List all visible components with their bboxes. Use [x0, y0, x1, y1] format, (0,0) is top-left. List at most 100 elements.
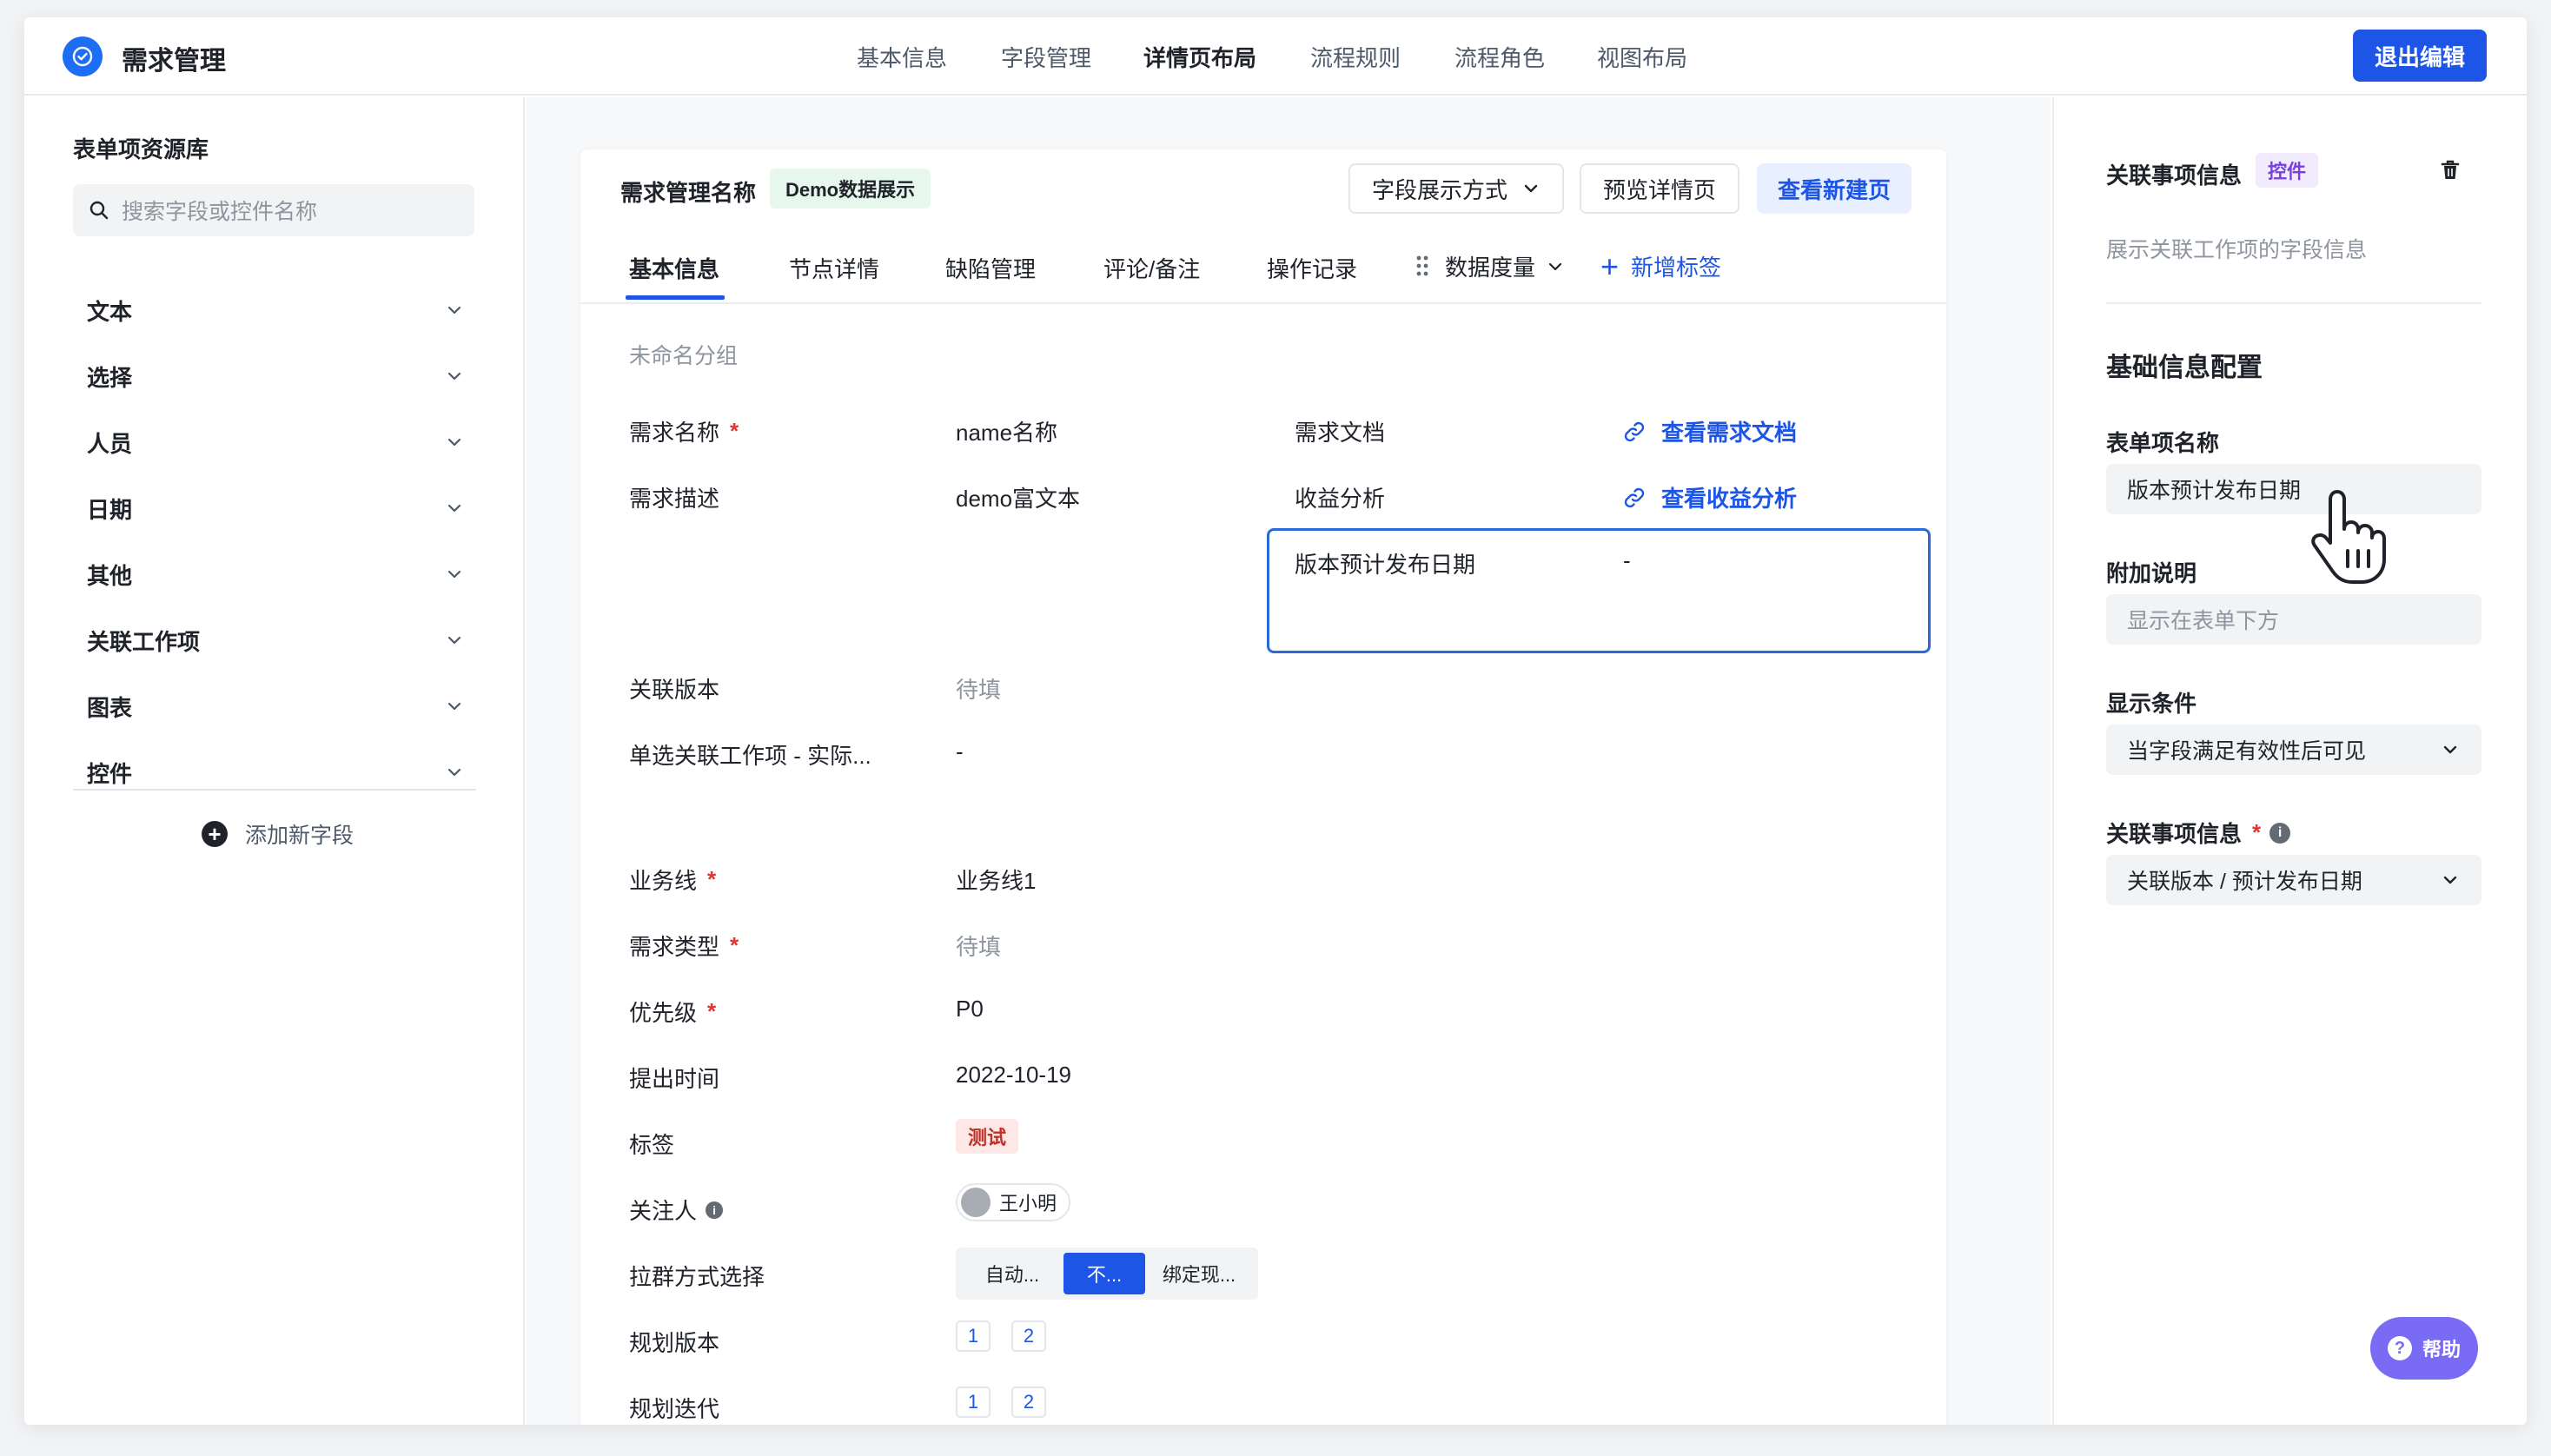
tab-operation-log[interactable]: 操作记录	[1267, 252, 1357, 284]
category-label: 控件	[87, 760, 133, 787]
tabs-divider	[580, 302, 1946, 304]
add-field-button[interactable]: + 添加新字段	[202, 810, 354, 858]
form-name-label: 表单项名称	[2106, 430, 2220, 456]
chevron-down-icon	[1548, 262, 1562, 270]
view-new-page-button[interactable]: 查看新建页	[1757, 163, 1912, 214]
section-title: 基础信息配置	[2106, 354, 2263, 382]
required-mark: *	[730, 418, 739, 444]
link-text: 查看需求文档	[1661, 420, 1798, 446]
nav-flow-roles[interactable]: 流程角色	[1454, 41, 1545, 73]
field-value-release-date: -	[1623, 547, 1631, 573]
info-icon[interactable]: i	[2269, 822, 2291, 844]
tab-basic-info[interactable]: 基本信息	[629, 252, 719, 284]
control-tag: 控件	[2256, 153, 2319, 188]
condition-select[interactable]: 当字段满足有效性后可见	[2106, 725, 2481, 775]
tab-data-metrics[interactable]: 数据度量	[1445, 250, 1565, 282]
exit-edit-button[interactable]: 退出编辑	[2353, 30, 2487, 82]
chevron-down-icon	[447, 504, 461, 513]
display-mode-dropdown[interactable]: 字段展示方式	[1348, 163, 1564, 214]
required-mark: *	[707, 866, 717, 892]
hand-cursor-icon	[2311, 490, 2386, 584]
help-button[interactable]: ? 帮助	[2370, 1317, 2478, 1380]
field-value-biz-line[interactable]: 业务线1	[956, 864, 1036, 896]
note-label: 附加说明	[2106, 560, 2197, 586]
version-tag[interactable]: 1	[956, 1320, 991, 1352]
view-benefit-link[interactable]: 查看收益分析	[1623, 481, 1797, 513]
input-placeholder: 显示在表单下方	[2127, 609, 2280, 633]
iteration-tag[interactable]: 1	[956, 1387, 991, 1418]
trash-icon[interactable]	[2436, 156, 2464, 184]
segment-selected[interactable]: 不...	[1063, 1253, 1145, 1294]
field-label-single-link: 单选关联工作项 - 实际...	[629, 743, 871, 769]
drag-handle-icon[interactable]	[1415, 254, 1430, 278]
select-value: 关联版本 / 预计发布日期	[2127, 870, 2362, 894]
add-field-label: 添加新字段	[245, 824, 354, 848]
category-text[interactable]: 文本	[73, 288, 474, 332]
category-people[interactable]: 人员	[73, 420, 474, 464]
field-value-name[interactable]: name名称	[956, 415, 1057, 447]
add-tab-button[interactable]: + 新增标签	[1600, 250, 1721, 282]
nav-detail-layout[interactable]: 详情页布局	[1143, 41, 1256, 73]
tab-defect-management[interactable]: 缺陷管理	[945, 252, 1036, 284]
field-value-version[interactable]: 待填	[956, 672, 1001, 705]
question-icon: ?	[2387, 1336, 2412, 1360]
linked-info-label: 关联事项信息 * i	[2106, 817, 2291, 849]
group-mode-segmented: 自动... 不... 绑定现...	[956, 1248, 1258, 1300]
version-tag[interactable]: 2	[1011, 1320, 1046, 1352]
tab-comments[interactable]: 评论/备注	[1103, 252, 1200, 284]
category-control[interactable]: 控件	[73, 751, 474, 794]
category-other[interactable]: 其他	[73, 553, 474, 596]
field-value-priority[interactable]: P0	[956, 996, 984, 1023]
search-input[interactable]: 搜索字段或控件名称	[73, 184, 474, 236]
add-tab-label: 新增标签	[1631, 255, 1722, 281]
follower-chip[interactable]: 王小明	[956, 1183, 1071, 1221]
nav-flow-rules[interactable]: 流程规则	[1310, 41, 1401, 73]
field-label-plan-iteration: 规划迭代	[629, 1396, 720, 1422]
view-doc-link[interactable]: 查看需求文档	[1623, 415, 1797, 447]
label-text: 优先级	[629, 1000, 698, 1026]
label-text: 关注人	[629, 1198, 698, 1224]
field-value-created[interactable]: 2022-10-19	[956, 1062, 1071, 1089]
help-label: 帮助	[2422, 1339, 2461, 1360]
properties-panel: 关联事项信息 控件 展示关联工作项的字段信息 基础信息配置 表单项名称 版本预计…	[2052, 97, 2527, 1425]
field-label-release-date: 版本预计发布日期	[1295, 552, 1476, 578]
preview-detail-button[interactable]: 预览详情页	[1580, 163, 1739, 214]
required-mark: *	[2252, 819, 2262, 845]
field-label-tags: 标签	[629, 1132, 675, 1158]
resource-sidebar: 表单项资源库 搜索字段或控件名称 文本 选择 人员 日期 其他 关联工作项 图表…	[24, 97, 525, 1425]
chevron-down-icon	[2443, 876, 2457, 884]
form-name-input[interactable]: 版本预计发布日期	[2106, 464, 2481, 514]
tag-badge[interactable]: 测试	[956, 1119, 1019, 1154]
note-input[interactable]: 显示在表单下方	[2106, 594, 2481, 645]
group-name[interactable]: 未命名分组	[629, 339, 738, 370]
info-icon[interactable]: i	[706, 1201, 724, 1219]
label-text: 需求类型	[629, 934, 720, 960]
sidebar-title: 表单项资源库	[73, 136, 209, 162]
category-label: 其他	[87, 562, 133, 589]
tab-node-details[interactable]: 节点详情	[789, 252, 879, 284]
follower-name: 王小明	[999, 1193, 1057, 1214]
chevron-down-icon	[447, 306, 461, 314]
segment-bind[interactable]: 绑定现...	[1145, 1253, 1253, 1294]
field-value-desc[interactable]: demo富文本	[956, 481, 1080, 513]
category-linked-items[interactable]: 关联工作项	[73, 619, 474, 662]
category-label: 图表	[87, 694, 133, 721]
detail-card: 需求管理名称 Demo数据展示 字段展示方式 预览详情页 查看新建页 基本信息 …	[580, 149, 1946, 1425]
iteration-tag[interactable]: 2	[1011, 1387, 1046, 1418]
category-label: 日期	[87, 496, 133, 523]
category-chart[interactable]: 图表	[73, 685, 474, 728]
field-label-biz-line: 业务线 *	[629, 864, 716, 896]
linked-info-select[interactable]: 关联版本 / 预计发布日期	[2106, 855, 2481, 905]
nav-field-management[interactable]: 字段管理	[1001, 41, 1091, 73]
field-label-benefit: 收益分析	[1295, 486, 1386, 512]
segment-auto[interactable]: 自动...	[961, 1253, 1063, 1294]
field-label-plan-version: 规划版本	[629, 1330, 720, 1356]
field-value-type[interactable]: 待填	[956, 930, 1001, 962]
app-window: 需求管理 基本信息 字段管理 详情页布局 流程规则 流程角色 视图布局 退出编辑…	[24, 17, 2527, 1425]
field-value-single-link[interactable]: -	[956, 738, 964, 765]
category-select[interactable]: 选择	[73, 354, 474, 398]
category-date[interactable]: 日期	[73, 486, 474, 530]
nav-view-layout[interactable]: 视图布局	[1597, 41, 1687, 73]
required-mark: *	[730, 932, 739, 958]
nav-basic-info[interactable]: 基本信息	[857, 41, 947, 73]
